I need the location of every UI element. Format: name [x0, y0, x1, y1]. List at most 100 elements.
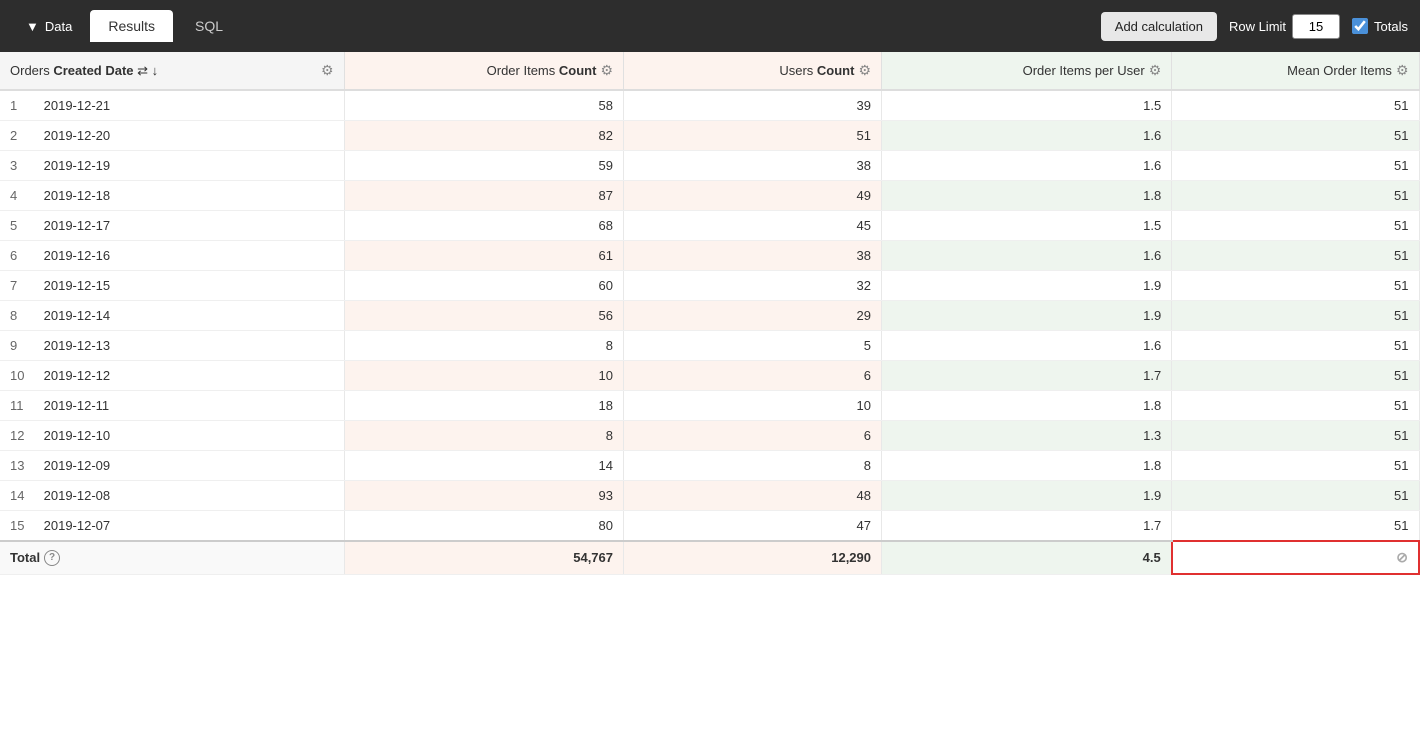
totals-label: Totals [1374, 19, 1408, 34]
total-info-icon[interactable]: ? [44, 550, 60, 566]
col-order-items-count-gear-icon[interactable]: ⚙ [600, 62, 613, 79]
row-limit-label: Row Limit [1229, 19, 1286, 34]
cell-mean-order-items: 51 [1172, 211, 1419, 241]
col-header-order-items-count: Order Items Count ⚙ [344, 52, 624, 90]
cell-date: 5 2019-12-17 [0, 211, 344, 241]
table-row: 9 2019-12-13 8 5 1.6 51 [0, 331, 1419, 361]
cell-order-items-per-user: 1.6 [882, 121, 1172, 151]
cell-order-items-count: 82 [344, 121, 624, 151]
cell-order-items-count: 93 [344, 481, 624, 511]
total-row: Total ? 54,767 12,290 4.5 ⊘ [0, 541, 1419, 574]
total-label-cell: Total ? [0, 541, 344, 574]
row-number: 10 [10, 368, 30, 383]
cell-mean-order-items: 51 [1172, 271, 1419, 301]
col-mean-order-items-label: Mean Order Items [1287, 63, 1392, 78]
totals-container: Totals [1352, 18, 1408, 34]
row-limit-input[interactable] [1292, 14, 1340, 39]
cell-date-value: 2019-12-19 [44, 158, 111, 173]
row-number: 9 [10, 338, 30, 353]
row-number: 3 [10, 158, 30, 173]
cell-order-items-count: 60 [344, 271, 624, 301]
cell-order-items-count: 58 [344, 90, 624, 121]
col-header-mean-order-items: Mean Order Items ⚙ [1172, 52, 1419, 90]
add-calculation-button[interactable]: Add calculation [1101, 12, 1217, 41]
cell-users-count: 29 [624, 301, 882, 331]
tab-sql[interactable]: SQL [177, 10, 241, 42]
tab-data-label: Data [45, 19, 72, 34]
table-row: 11 2019-12-11 18 10 1.8 51 [0, 391, 1419, 421]
cell-order-items-count: 80 [344, 511, 624, 542]
table-row: 3 2019-12-19 59 38 1.6 51 [0, 151, 1419, 181]
cell-order-items-count: 56 [344, 301, 624, 331]
cell-users-count: 8 [624, 451, 882, 481]
cell-date-value: 2019-12-16 [44, 248, 111, 263]
row-number: 8 [10, 308, 30, 323]
tab-data[interactable]: ▼ Data [12, 11, 86, 42]
col-order-items-per-user-gear-icon[interactable]: ⚙ [1149, 62, 1162, 79]
table-row: 5 2019-12-17 68 45 1.5 51 [0, 211, 1419, 241]
cell-date-value: 2019-12-12 [44, 368, 111, 383]
row-number: 11 [10, 398, 30, 413]
cell-date: 8 2019-12-14 [0, 301, 344, 331]
total-users-count: 12,290 [624, 541, 882, 574]
table-row: 8 2019-12-14 56 29 1.9 51 [0, 301, 1419, 331]
cell-mean-order-items: 51 [1172, 481, 1419, 511]
cell-order-items-per-user: 1.9 [882, 271, 1172, 301]
col-users-count-gear-icon[interactable]: ⚙ [858, 62, 871, 79]
cell-date-value: 2019-12-21 [44, 98, 111, 113]
cell-mean-order-items: 51 [1172, 391, 1419, 421]
cell-users-count: 5 [624, 331, 882, 361]
cell-date: 7 2019-12-15 [0, 271, 344, 301]
col-order-items-per-user-label: Order Items per User [1023, 63, 1145, 78]
cell-order-items-per-user: 1.8 [882, 391, 1172, 421]
col-order-items-count-label: Order Items Count [487, 63, 597, 78]
cell-order-items-per-user: 1.5 [882, 90, 1172, 121]
cell-order-items-count: 14 [344, 451, 624, 481]
cell-date: 12 2019-12-10 [0, 421, 344, 451]
cell-date: 4 2019-12-18 [0, 181, 344, 211]
cell-date-value: 2019-12-14 [44, 308, 111, 323]
cell-order-items-per-user: 1.3 [882, 421, 1172, 451]
row-number: 13 [10, 458, 30, 473]
col-mean-order-items-gear-icon[interactable]: ⚙ [1396, 62, 1409, 79]
cell-order-items-per-user: 1.9 [882, 481, 1172, 511]
cell-mean-order-items: 51 [1172, 151, 1419, 181]
row-number: 4 [10, 188, 30, 203]
row-number: 1 [10, 98, 30, 113]
row-number: 2 [10, 128, 30, 143]
total-text: Total [10, 550, 40, 565]
cell-order-items-count: 8 [344, 421, 624, 451]
cell-users-count: 39 [624, 90, 882, 121]
toolbar: ▼ Data Results SQL Add calculation Row L… [0, 0, 1420, 52]
col-users-count-label: Users Count [779, 63, 854, 78]
cell-users-count: 51 [624, 121, 882, 151]
cell-order-items-per-user: 1.7 [882, 361, 1172, 391]
row-number: 7 [10, 278, 30, 293]
cell-mean-order-items: 51 [1172, 121, 1419, 151]
chevron-down-icon: ▼ [26, 19, 39, 34]
cell-date-value: 2019-12-15 [44, 278, 111, 293]
cell-order-items-per-user: 1.8 [882, 181, 1172, 211]
cell-order-items-count: 59 [344, 151, 624, 181]
col-date-gear-icon[interactable]: ⚙ [321, 62, 334, 79]
row-number: 14 [10, 488, 30, 503]
cell-order-items-count: 68 [344, 211, 624, 241]
col-header-order-items-per-user: Order Items per User ⚙ [882, 52, 1172, 90]
col-header-users-count: Users Count ⚙ [624, 52, 882, 90]
cell-date-value: 2019-12-10 [44, 428, 111, 443]
cell-order-items-per-user: 1.8 [882, 451, 1172, 481]
table-row: 14 2019-12-08 93 48 1.9 51 [0, 481, 1419, 511]
totals-checkbox[interactable] [1352, 18, 1368, 34]
table-row: 1 2019-12-21 58 39 1.5 51 [0, 90, 1419, 121]
total-mean-order-items: ⊘ [1172, 541, 1419, 574]
col-header-date: Orders Created Date ⇄ ↓ ⚙ [0, 52, 344, 90]
cell-date-value: 2019-12-20 [44, 128, 111, 143]
cell-users-count: 47 [624, 511, 882, 542]
cell-date: 3 2019-12-19 [0, 151, 344, 181]
cell-date-value: 2019-12-08 [44, 488, 111, 503]
row-number: 12 [10, 428, 30, 443]
cell-order-items-per-user: 1.6 [882, 151, 1172, 181]
cell-date: 13 2019-12-09 [0, 451, 344, 481]
tab-results[interactable]: Results [90, 10, 173, 42]
cell-order-items-per-user: 1.6 [882, 331, 1172, 361]
